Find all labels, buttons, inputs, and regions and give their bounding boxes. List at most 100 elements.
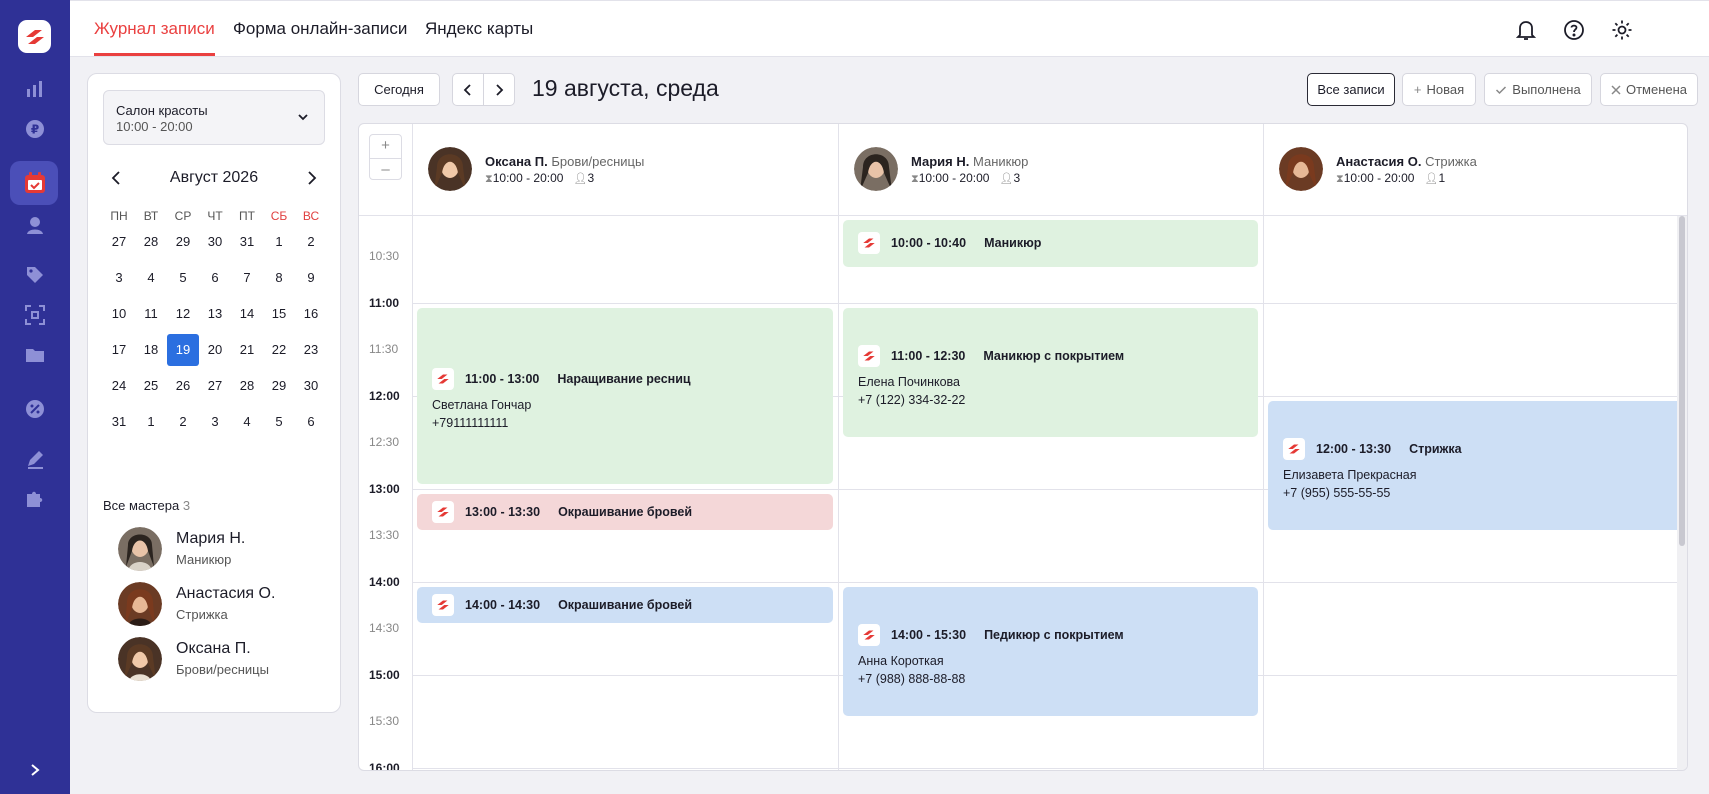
calendar-day[interactable]: 26 bbox=[167, 370, 199, 402]
calendar-day[interactable]: 23 bbox=[295, 334, 327, 366]
calendar-day[interactable]: 5 bbox=[263, 406, 295, 438]
scrollbar-thumb[interactable] bbox=[1679, 216, 1685, 546]
calendar-day[interactable]: 22 bbox=[263, 334, 295, 366]
calendar-day[interactable]: 29 bbox=[263, 370, 295, 402]
service-logo-icon bbox=[432, 367, 454, 390]
calendar-day[interactable]: 31 bbox=[231, 226, 263, 258]
calendar-day[interactable]: 8 bbox=[263, 262, 295, 294]
today-button[interactable]: Сегодня bbox=[358, 73, 440, 106]
calendar-day[interactable]: 3 bbox=[103, 262, 135, 294]
schedule-grid: + – Оксана П. Брови/ресницы ⧗10:00 - 20:0… bbox=[358, 123, 1688, 771]
weekday-label: СБ bbox=[270, 209, 288, 223]
prev-day-button[interactable] bbox=[452, 73, 484, 106]
appointment-time: 14:00 - 15:30 bbox=[891, 627, 967, 642]
calendar-day[interactable]: 21 bbox=[231, 334, 263, 366]
calendar-day[interactable]: 7 bbox=[231, 262, 263, 294]
calendar-day[interactable]: 10 bbox=[103, 298, 135, 330]
calendar-day[interactable]: 6 bbox=[199, 262, 231, 294]
calendar-day[interactable]: 4 bbox=[135, 262, 167, 294]
time-label: 13:30 bbox=[369, 528, 400, 543]
calendar-day[interactable]: 11 bbox=[135, 298, 167, 330]
hour-line bbox=[412, 767, 1687, 769]
settings-badge-icon[interactable] bbox=[0, 387, 70, 431]
appointment-card[interactable]: 13:00 - 13:30 Окрашивание бровей bbox=[417, 493, 833, 531]
zoom-out-button[interactable]: – bbox=[370, 158, 401, 180]
bell-icon[interactable] bbox=[1513, 17, 1539, 43]
person-icon[interactable] bbox=[0, 203, 70, 247]
calendar-day[interactable]: 18 bbox=[135, 334, 167, 366]
calendar-day[interactable]: 9 bbox=[295, 262, 327, 294]
calendar-day[interactable]: 12 bbox=[167, 298, 199, 330]
calendar-day[interactable]: 2 bbox=[295, 226, 327, 258]
calendar-day[interactable]: 6 bbox=[295, 406, 327, 438]
bar-chart-icon[interactable] bbox=[0, 67, 70, 111]
salon-select[interactable]: Салон красоты 10:00 - 20:00 bbox=[103, 90, 325, 145]
appointment-card[interactable]: 12:00 - 13:30 Стрижка Елизавета Прекрасная… bbox=[1268, 400, 1683, 531]
appointment-card[interactable]: 11:00 - 13:00 Наращивание ресниц Светлана … bbox=[417, 307, 833, 484]
help-icon[interactable] bbox=[1561, 17, 1587, 43]
zoom-in-button[interactable]: + bbox=[370, 135, 401, 157]
appointment-time: 10:00 - 10:40 bbox=[891, 236, 967, 251]
calendar-day[interactable]: 3 bbox=[199, 406, 231, 438]
folder-icon[interactable] bbox=[0, 333, 70, 377]
calendar-day[interactable]: 27 bbox=[103, 226, 135, 258]
calendar-day[interactable]: 13 bbox=[199, 298, 231, 330]
calendar-day[interactable]: 28 bbox=[135, 226, 167, 258]
ruble-icon[interactable]: ₽ bbox=[0, 107, 70, 151]
client-phone: +79111111111 bbox=[432, 415, 509, 430]
appointment-card[interactable]: 10:00 - 10:40 Маникюр bbox=[843, 220, 1258, 267]
calendar-day[interactable]: 31 bbox=[103, 406, 135, 438]
filter-done-button[interactable]: Выполнена bbox=[1484, 73, 1592, 106]
next-day-button[interactable] bbox=[483, 73, 515, 106]
gear-icon[interactable] bbox=[1609, 17, 1635, 43]
chevron-right-icon[interactable] bbox=[305, 169, 319, 187]
calendar-day[interactable]: 15 bbox=[263, 298, 295, 330]
time-label: 15:30 bbox=[369, 714, 400, 729]
pen-icon[interactable] bbox=[0, 437, 70, 481]
calendar-day-selected[interactable]: 19 bbox=[167, 334, 199, 366]
tab-journal[interactable]: Журнал записи bbox=[94, 19, 215, 56]
avatar bbox=[428, 147, 472, 191]
master-column-hours: 10:00 - 20:00 bbox=[492, 171, 564, 185]
appointment-header: 13:00 - 13:30 Окрашивание бровей bbox=[465, 505, 692, 519]
calendar-day[interactable]: 1 bbox=[135, 406, 167, 438]
calendar-day[interactable]: 16 bbox=[295, 298, 327, 330]
appointment-card[interactable]: 14:00 - 14:30 Окрашивание бровей bbox=[417, 586, 833, 624]
calendar-day[interactable]: 28 bbox=[231, 370, 263, 402]
tab-online-booking[interactable]: Форма онлайн-записи bbox=[233, 19, 407, 39]
appointment-service: Окрашивание бровей bbox=[558, 505, 693, 520]
calendar-day[interactable]: 30 bbox=[295, 370, 327, 402]
calendar-day[interactable]: 1 bbox=[263, 226, 295, 258]
calendar-day[interactable]: 4 bbox=[231, 406, 263, 438]
master-column-meta: ⧗10:00 - 20:00 👤︎3 bbox=[911, 171, 1020, 186]
calendar-day[interactable]: 20 bbox=[199, 334, 231, 366]
calendar-day[interactable]: 17 bbox=[103, 334, 135, 366]
person-icon: 👤︎ bbox=[1424, 173, 1439, 185]
chevron-right-icon[interactable] bbox=[0, 750, 70, 790]
app-logo-icon[interactable] bbox=[18, 20, 51, 53]
calendar-icon[interactable] bbox=[0, 161, 70, 205]
tag-icon[interactable] bbox=[0, 253, 70, 297]
time-label: 13:00 bbox=[369, 481, 400, 496]
scrollbar[interactable] bbox=[1677, 216, 1687, 770]
calendar-day[interactable]: 25 bbox=[135, 370, 167, 402]
scan-icon[interactable] bbox=[0, 293, 70, 337]
filter-new-button[interactable]: + Новая bbox=[1402, 73, 1476, 106]
calendar-day[interactable]: 5 bbox=[167, 262, 199, 294]
calendar-day[interactable]: 27 bbox=[199, 370, 231, 402]
calendar-day[interactable]: 30 bbox=[199, 226, 231, 258]
time-label: 11:00 bbox=[369, 295, 400, 310]
appointment-card[interactable]: 11:00 - 12:30 Маникюр с покрытием Елена По… bbox=[843, 307, 1258, 438]
appointment-card[interactable]: 14:00 - 15:30 Педикюр с покрытием Анна Кор… bbox=[843, 586, 1258, 717]
calendar-day[interactable]: 29 bbox=[167, 226, 199, 258]
puzzle-icon[interactable] bbox=[0, 477, 70, 521]
calendar-day[interactable]: 2 bbox=[167, 406, 199, 438]
appointment-header: 12:00 - 13:30 Стрижка bbox=[1316, 442, 1462, 456]
filter-cancelled-button[interactable]: Отменена bbox=[1600, 73, 1698, 106]
client-phone: +7 (988) 888-88-88 bbox=[858, 671, 966, 686]
filter-all-button[interactable]: Все записи bbox=[1307, 73, 1395, 106]
tab-yandex-maps[interactable]: Яндекс карты bbox=[425, 19, 533, 39]
calendar-day[interactable]: 24 bbox=[103, 370, 135, 402]
appointment-service: Наращивание ресниц bbox=[557, 371, 691, 386]
calendar-day[interactable]: 14 bbox=[231, 298, 263, 330]
